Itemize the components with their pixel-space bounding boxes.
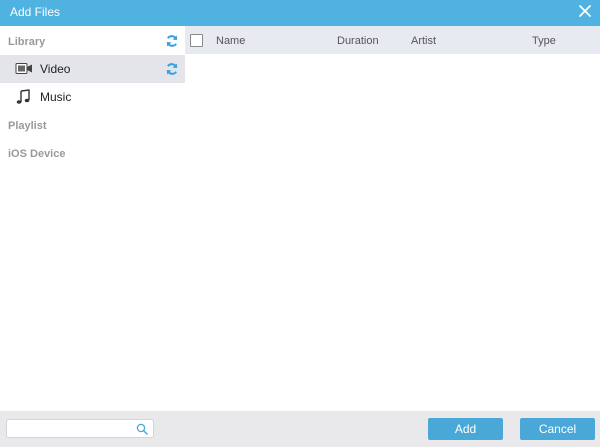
add-button[interactable]: Add bbox=[428, 418, 503, 440]
sidebar-section-library[interactable]: Library bbox=[8, 36, 45, 48]
cancel-button[interactable]: Cancel bbox=[520, 418, 595, 440]
footer-bar: Add Cancel bbox=[0, 411, 600, 447]
table-header: Name Duration Artist Type bbox=[185, 26, 600, 54]
column-header-artist[interactable]: Artist bbox=[411, 35, 436, 47]
title-bar: Add Files bbox=[0, 0, 600, 26]
sidebar-item-label: Video bbox=[40, 62, 71, 76]
select-all-checkbox[interactable] bbox=[190, 34, 203, 47]
dialog-title: Add Files bbox=[10, 5, 61, 19]
sidebar-section-ios-device[interactable]: iOS Device bbox=[8, 148, 65, 160]
sidebar: Library Video Music Playlist iOS Device bbox=[0, 26, 185, 411]
search-icon[interactable] bbox=[136, 423, 148, 435]
sidebar-item-video[interactable]: Video bbox=[0, 55, 185, 83]
column-header-name[interactable]: Name bbox=[216, 35, 245, 47]
sidebar-item-music[interactable]: Music bbox=[0, 83, 185, 111]
column-header-duration[interactable]: Duration bbox=[337, 35, 379, 47]
column-header-type[interactable]: Type bbox=[532, 35, 556, 47]
refresh-library-icon[interactable] bbox=[165, 34, 179, 48]
file-list: Name Duration Artist Type bbox=[185, 26, 600, 411]
close-icon[interactable] bbox=[578, 4, 592, 18]
add-files-dialog: Add Files Library Video Music Playlist i… bbox=[0, 0, 600, 447]
sidebar-item-label: Music bbox=[40, 90, 72, 104]
search-input[interactable] bbox=[6, 419, 154, 438]
sidebar-section-playlist[interactable]: Playlist bbox=[8, 120, 47, 132]
video-camera-icon bbox=[15, 63, 32, 74]
refresh-video-icon[interactable] bbox=[165, 62, 179, 76]
music-note-icon bbox=[16, 89, 30, 104]
